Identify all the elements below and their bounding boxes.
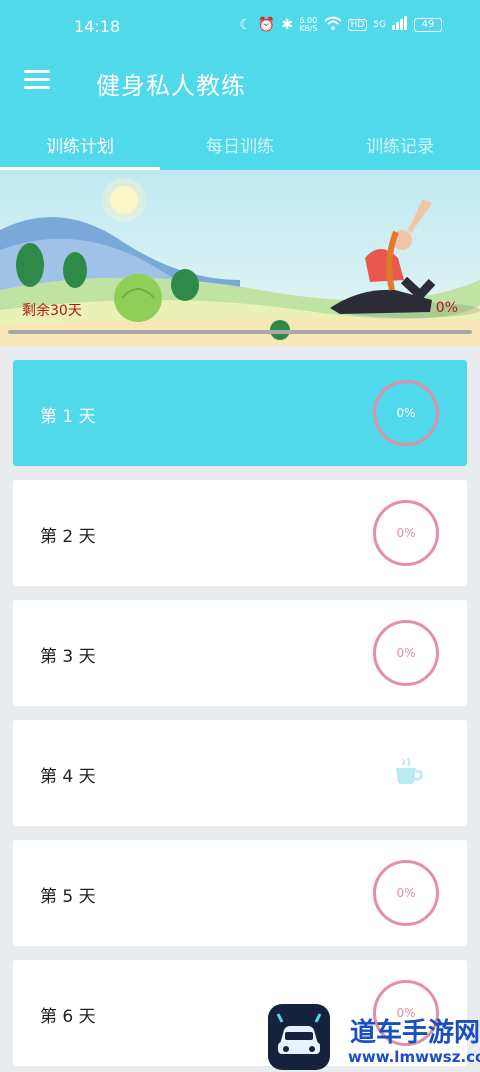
- alarm-icon: ⏰: [257, 17, 276, 33]
- watermark-logo: [268, 1004, 330, 1070]
- tab-training-plan[interactable]: 训练计划: [0, 124, 160, 170]
- day-label: 第 2 天: [40, 527, 96, 547]
- watermark: 道车手游网 www.lmwwsz.com: [268, 1004, 480, 1072]
- coffee-cup-icon: [393, 756, 425, 790]
- net-speed-unit: KB/S: [299, 24, 318, 33]
- progress-ring: 0%: [373, 620, 439, 686]
- moon-icon: ☾: [239, 17, 252, 33]
- watermark-name: 道车手游网: [350, 1018, 480, 1048]
- watermark-url: www.lmwwsz.com: [348, 1048, 480, 1066]
- days-remaining: 剩余30天: [22, 303, 82, 319]
- day-label: 第 4 天: [40, 767, 96, 787]
- day-card-1[interactable]: 第 1 天 0%: [13, 360, 467, 466]
- progress-ring: 0%: [373, 500, 439, 566]
- day-card-2[interactable]: 第 2 天 0%: [13, 480, 467, 586]
- hd-badge: HD: [347, 19, 368, 31]
- day-card-3[interactable]: 第 3 天 0%: [13, 600, 467, 706]
- tab-training-record[interactable]: 训练记录: [320, 124, 480, 170]
- day-label: 第 1 天: [40, 407, 96, 427]
- day-label: 第 6 天: [40, 1007, 96, 1027]
- plan-progress-bar: [8, 330, 472, 334]
- plan-banner: 剩余30天 0%: [0, 170, 480, 346]
- day-card-4[interactable]: 第 4 天: [13, 720, 467, 826]
- menu-icon[interactable]: [24, 70, 50, 92]
- progress-ring: 0%: [373, 860, 439, 926]
- app-title: 健身私人教练: [96, 72, 246, 100]
- net-speed: 6.00 KB/S: [299, 17, 318, 33]
- header: 14:18 ☾ ⏰ ✱ 6.00 KB/S HD 5G 49 健身私人教练 训练…: [0, 0, 480, 170]
- signal-label: 5G: [373, 20, 386, 30]
- bluetooth-icon: ✱: [281, 17, 294, 33]
- battery-icon: 49: [414, 18, 442, 32]
- plan-progress-label: 0%: [435, 300, 458, 316]
- day-card-5[interactable]: 第 5 天 0%: [13, 840, 467, 946]
- app-bar: 健身私人教练: [0, 56, 480, 112]
- progress-ring: 0%: [373, 380, 439, 446]
- wifi-icon: [323, 16, 342, 34]
- status-time: 14:18: [74, 17, 121, 36]
- status-bar: 14:18 ☾ ⏰ ✱ 6.00 KB/S HD 5G 49: [0, 0, 480, 56]
- signal-icon: [392, 16, 408, 34]
- status-icons: ☾ ⏰ ✱ 6.00 KB/S HD 5G 49: [239, 16, 442, 34]
- day-label: 第 3 天: [40, 647, 96, 667]
- tab-daily-training[interactable]: 每日训练: [160, 124, 320, 170]
- tab-bar: 训练计划 每日训练 训练记录: [0, 124, 480, 170]
- day-label: 第 5 天: [40, 887, 96, 907]
